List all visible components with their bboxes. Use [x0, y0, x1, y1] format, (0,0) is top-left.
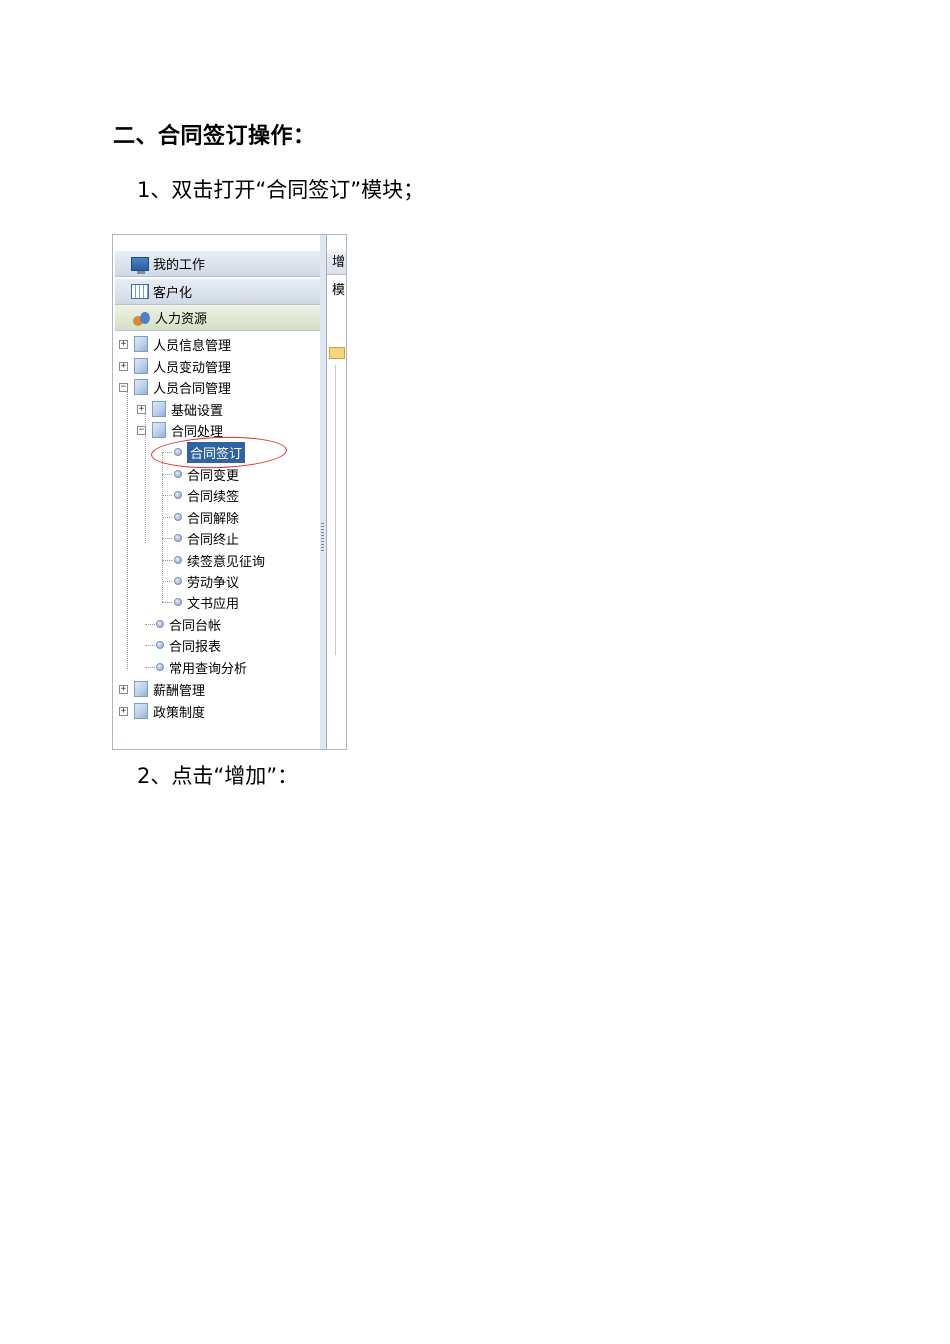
page-icon	[134, 358, 148, 374]
tree-item-label: 人员合同管理	[153, 381, 232, 397]
nav-header-label: 我的工作	[153, 258, 206, 273]
page-icon	[134, 703, 148, 719]
bullet-icon	[174, 470, 182, 478]
tree-connector	[162, 517, 172, 518]
tree-item-salary-management[interactable]: + 薪酬管理	[119, 679, 205, 699]
nav-header-label: 客户化	[153, 286, 193, 301]
nav-header-hr[interactable]: 人力资源	[115, 305, 320, 331]
tree-item-contract-termination[interactable]: 合同终止	[174, 528, 239, 548]
tree-item-label: 合同报表	[169, 639, 222, 655]
tree-item-label: 文书应用	[187, 596, 240, 612]
tree-item-personnel-info[interactable]: + 人员信息管理	[119, 334, 231, 354]
tree-item-label: 常用查询分析	[169, 661, 248, 677]
expand-icon[interactable]: +	[119, 339, 128, 349]
tree-item-renewal-opinion[interactable]: 续签意见征询	[174, 550, 265, 570]
folder-icon	[329, 347, 345, 359]
tree-connector	[162, 495, 172, 496]
bullet-icon	[174, 491, 182, 499]
bullet-icon	[156, 641, 164, 649]
content-panel: 增 模	[327, 235, 346, 749]
tree-item-contract-dissolution[interactable]: 合同解除	[174, 507, 239, 527]
bullet-icon	[156, 663, 164, 671]
page-icon	[134, 336, 148, 352]
tree-item-policy[interactable]: + 政策制度	[119, 701, 205, 721]
tree-connector	[162, 538, 172, 539]
monitor-icon	[131, 256, 149, 274]
tree-item-contract-report[interactable]: 合同报表	[156, 635, 221, 655]
expand-icon[interactable]: +	[137, 404, 146, 414]
tree-item-basic-settings[interactable]: + 基础设置	[137, 399, 223, 419]
page-icon	[152, 401, 166, 417]
step-2-text: 2、点击“增加”：	[137, 764, 299, 788]
tree-item-label: 薪酬管理	[153, 683, 206, 699]
nav-header-customize[interactable]: 客户化	[115, 279, 320, 305]
tree-item-personnel-change[interactable]: + 人员变动管理	[119, 356, 231, 376]
section-heading: 二、合同签订操作：	[113, 124, 316, 149]
splitter-grip-icon[interactable]	[321, 523, 324, 553]
tree-connector	[162, 581, 172, 582]
tree-connector	[335, 365, 336, 655]
tree-item-label: 基础设置	[171, 403, 224, 419]
tree-item-label: 合同台帐	[169, 618, 222, 634]
expand-icon[interactable]: +	[119, 706, 128, 716]
expand-icon[interactable]: +	[119, 361, 128, 371]
step-1-text: 1、双击打开“合同签订”模块；	[137, 178, 425, 202]
bullet-icon	[174, 534, 182, 542]
tree-item-contract-renewal[interactable]: 合同续签	[174, 485, 239, 505]
tree-connector	[145, 645, 155, 646]
tree-item-query-analysis[interactable]: 常用查询分析	[156, 657, 247, 677]
tree-item-label: 续签意见征询	[187, 554, 266, 570]
bullet-icon	[174, 598, 182, 606]
page-icon	[152, 422, 166, 438]
nav-header-label: 人力资源	[155, 312, 208, 327]
app-screenshot: 我的工作 客户化 人力资源 + 人员信息管理 + 人员变动管理 − 人员合同管理…	[112, 234, 347, 750]
tree-item-label: 合同终止	[187, 532, 240, 548]
tree-item-label: 劳动争议	[187, 575, 240, 591]
tree-item-label: 政策制度	[153, 705, 206, 721]
tree-item-label: 合同解除	[187, 511, 240, 527]
tree-connector	[145, 624, 155, 625]
bullet-icon	[174, 577, 182, 585]
calendar-icon	[131, 284, 149, 299]
tree-connector	[145, 667, 155, 668]
tree-item-labor-dispute[interactable]: 劳动争议	[174, 571, 239, 591]
tree-item-label: 合同续签	[187, 489, 240, 505]
navigation-panel: 我的工作 客户化 人力资源 + 人员信息管理 + 人员变动管理 − 人员合同管理…	[113, 235, 321, 749]
page-icon	[134, 379, 148, 395]
tree-connector	[162, 474, 172, 475]
bullet-icon	[174, 513, 182, 521]
expand-icon[interactable]: +	[119, 684, 128, 694]
people-icon	[131, 310, 151, 326]
tree-connector	[162, 560, 172, 561]
nav-header-my-work[interactable]: 我的工作	[115, 251, 320, 277]
tree-item-label: 人员信息管理	[153, 338, 232, 354]
tree-item-document-application[interactable]: 文书应用	[174, 592, 239, 612]
tree-item-contract-ledger[interactable]: 合同台帐	[156, 614, 221, 634]
tree-item-contract-management[interactable]: − 人员合同管理	[119, 377, 231, 397]
tree-connector	[127, 387, 128, 669]
collapse-icon[interactable]: −	[119, 382, 128, 392]
collapse-icon[interactable]: −	[137, 425, 146, 435]
tree-item-label: 人员变动管理	[153, 360, 232, 376]
toolbar-add-fragment[interactable]: 增	[327, 251, 346, 275]
module-row-fragment: 模	[327, 279, 346, 303]
page-icon	[134, 681, 148, 697]
bullet-icon	[156, 620, 164, 628]
tree-connector	[162, 602, 172, 603]
panel-splitter[interactable]	[320, 235, 327, 749]
bullet-icon	[174, 556, 182, 564]
